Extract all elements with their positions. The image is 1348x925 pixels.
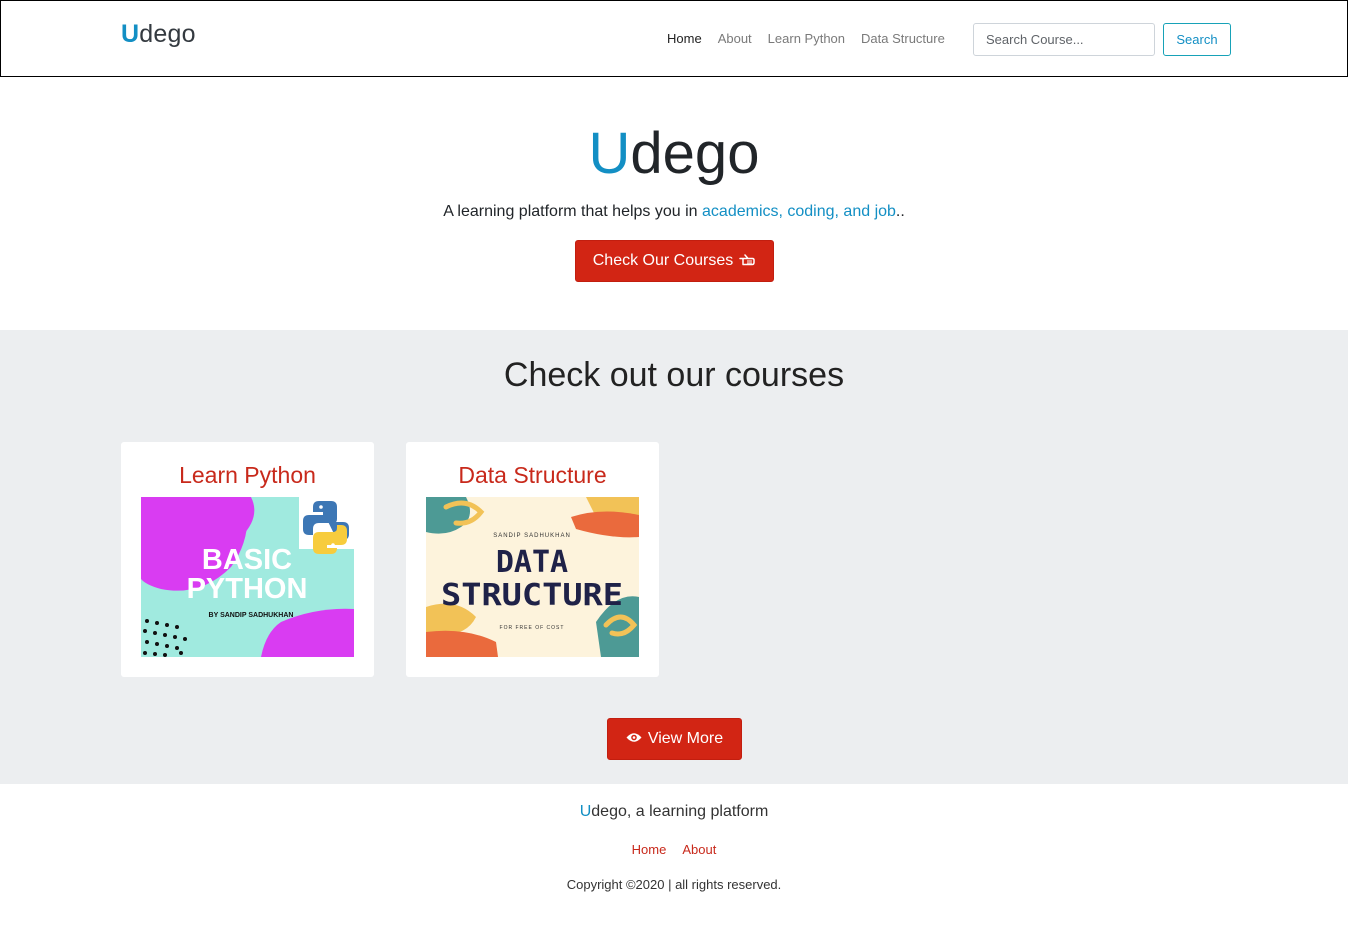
view-more-label: View More bbox=[647, 730, 724, 747]
copyright-text: Copyright ©2020 | all rights reserved. bbox=[566, 877, 782, 892]
python-thumb-line2: PYTHON bbox=[187, 573, 308, 605]
course-card-title: Data Structure bbox=[458, 462, 607, 488]
course-card-python[interactable]: Learn Python BASIC PYTHON BY SANDIP SADH… bbox=[121, 442, 374, 677]
course-card-title: Learn Python bbox=[179, 462, 316, 488]
nav-link-about[interactable]: About bbox=[718, 31, 752, 46]
python-course-thumbnail[interactable]: BASIC PYTHON BY SANDIP SADHUKHAN bbox=[141, 497, 354, 657]
python-thumb-byline: BY SANDIP SADHUKHAN bbox=[209, 612, 294, 619]
hero-title-initial: U bbox=[588, 121, 631, 186]
hero-title-rest: dego bbox=[630, 121, 760, 186]
footer-brand-initial: U bbox=[579, 803, 592, 820]
hero-subtitle-highlight: academics, coding, and job bbox=[702, 203, 896, 220]
hero-subtitle-prefix: A learning platform that helps you in bbox=[443, 203, 703, 220]
ds-thumb-top: SANDIP SADHUKHAN bbox=[493, 533, 571, 539]
courses-section: Check out our courses Learn Python BASIC… bbox=[0, 330, 1348, 784]
eye-icon bbox=[626, 730, 642, 748]
nav-link-data-structure[interactable]: Data Structure bbox=[861, 31, 945, 46]
check-courses-label: Check Our Courses bbox=[592, 252, 734, 269]
python-thumb-line1: BASIC bbox=[202, 544, 292, 576]
navbar: Udego Home About Learn Python Data Struc… bbox=[0, 0, 1348, 77]
courses-heading: Check out our courses bbox=[503, 356, 845, 394]
view-more-button[interactable]: View More bbox=[607, 718, 742, 760]
nav-link-home[interactable]: Home bbox=[667, 31, 702, 46]
brand-rest: dego bbox=[139, 20, 196, 48]
footer-link-home[interactable]: Home bbox=[632, 842, 667, 857]
ds-thumb-line1: DATA bbox=[496, 545, 568, 580]
data-structure-course-thumbnail[interactable]: SANDIP SADHUKHAN DATA STRUCTURE FOR FREE… bbox=[426, 497, 639, 657]
footer-brand-rest: dego, a learning platform bbox=[591, 803, 769, 820]
brand-initial: U bbox=[121, 20, 140, 48]
ds-thumb-bottom: FOR FREE OF COST bbox=[500, 625, 565, 631]
nav-link-learn-python[interactable]: Learn Python bbox=[768, 31, 845, 46]
hero-subtitle-suffix: .. bbox=[895, 203, 905, 220]
search-button[interactable]: Search bbox=[1163, 23, 1231, 56]
footer-links: Home About bbox=[0, 842, 1348, 857]
brand-logo[interactable]: Udego bbox=[121, 20, 196, 49]
search-input[interactable] bbox=[973, 23, 1155, 56]
footer-link-about[interactable]: About bbox=[682, 842, 716, 857]
hero-title: Udego bbox=[0, 125, 1348, 183]
nav-links: Home About Learn Python Data Structure bbox=[667, 31, 945, 46]
ds-thumb-line2: STRUCTURE bbox=[441, 578, 623, 613]
hero-section: Udego A learning platform that helps you… bbox=[0, 77, 1348, 330]
pointing-hand-icon bbox=[739, 252, 756, 271]
course-card-data-structure[interactable]: Data Structure SANDIP SADHUKHAN DATA STR… bbox=[406, 442, 659, 677]
hero-subtitle: A learning platform that helps you in ac… bbox=[0, 203, 1348, 221]
footer: Udego, a learning platform Home About Co… bbox=[0, 784, 1348, 925]
footer-brand: Udego, a learning platform bbox=[0, 803, 1348, 821]
check-courses-button[interactable]: Check Our Courses bbox=[575, 240, 774, 282]
